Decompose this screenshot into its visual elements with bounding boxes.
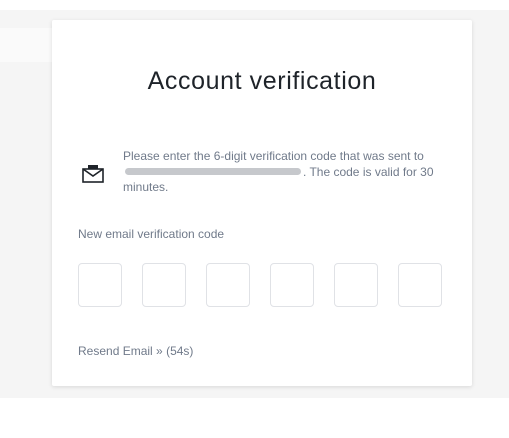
background-band-left bbox=[0, 28, 52, 62]
verification-info: Please enter the 6-digit verification co… bbox=[81, 149, 451, 203]
verification-message: Please enter the 6-digit verification co… bbox=[123, 149, 453, 196]
message-text-before: Please enter the 6-digit verification co… bbox=[123, 149, 424, 163]
double-chevron-right-icon: » bbox=[156, 344, 163, 358]
code-digit-1[interactable] bbox=[78, 263, 122, 307]
resend-countdown: (54s) bbox=[166, 344, 194, 358]
code-field-label: New email verification code bbox=[78, 227, 225, 241]
code-digit-2[interactable] bbox=[142, 263, 186, 307]
resend-label: Resend Email bbox=[78, 344, 153, 358]
background-band-top bbox=[0, 0, 509, 10]
code-input-group bbox=[78, 263, 444, 308]
page-title: Account verification bbox=[147, 67, 377, 95]
verification-card: Account verification Please enter the 6-… bbox=[52, 20, 472, 386]
code-digit-3[interactable] bbox=[206, 263, 250, 307]
page: Account verification Please enter the 6-… bbox=[0, 0, 509, 438]
background-band-bottom bbox=[0, 398, 509, 438]
redacted-email bbox=[125, 167, 301, 175]
resend-email-link[interactable]: Resend Email » (54s) bbox=[78, 343, 193, 359]
code-digit-5[interactable] bbox=[334, 263, 378, 307]
code-digit-4[interactable] bbox=[270, 263, 314, 307]
envelope-icon bbox=[81, 164, 105, 184]
code-digit-6[interactable] bbox=[398, 263, 442, 307]
